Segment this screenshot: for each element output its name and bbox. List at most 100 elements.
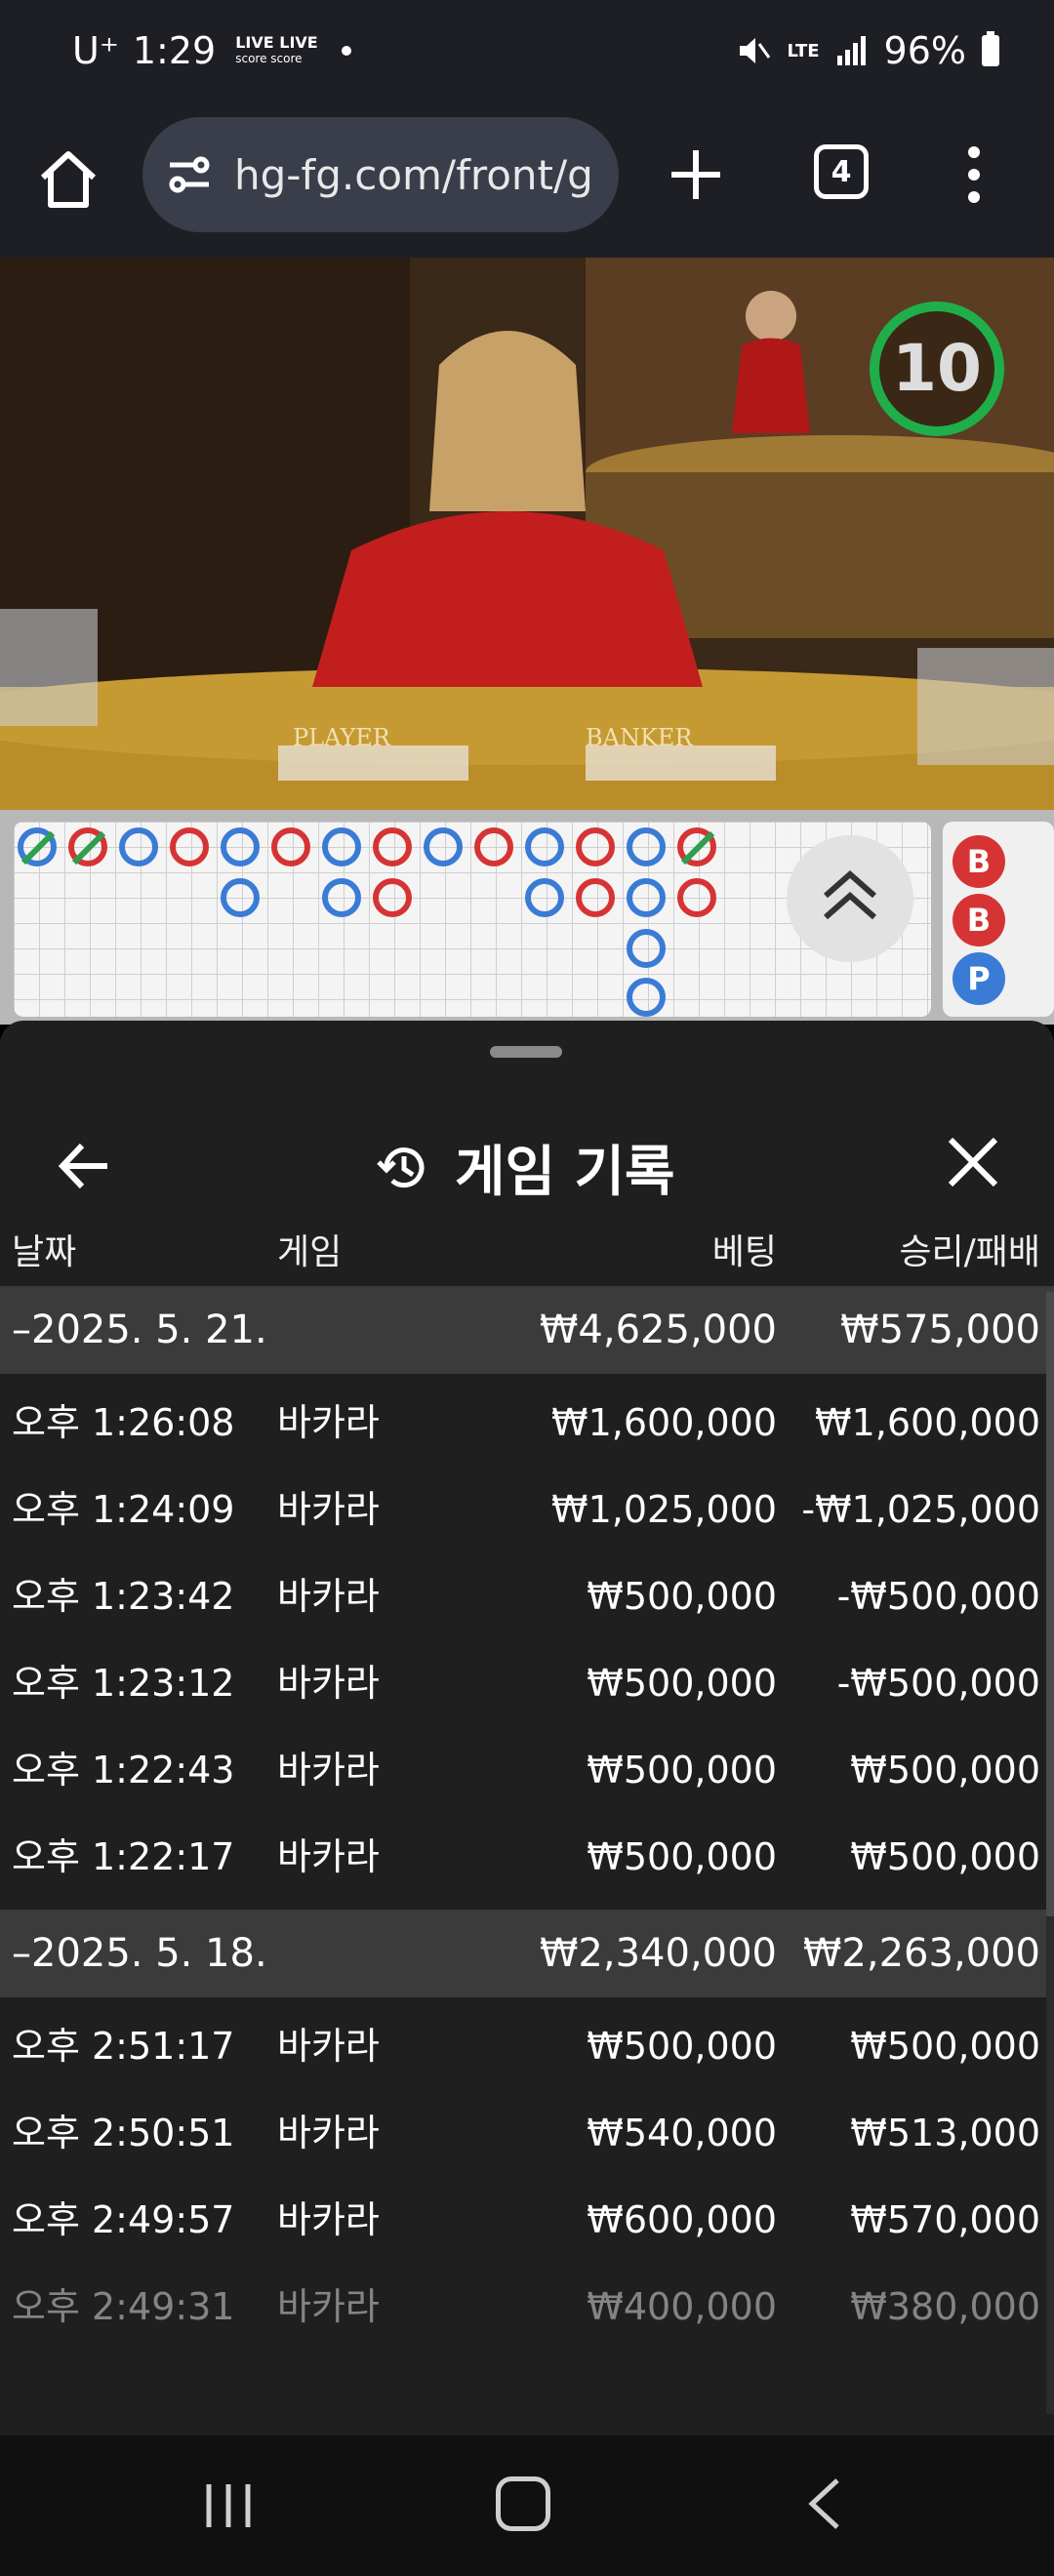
history-list: –2025. 5. 21. ₩4,625,000 ₩575,000 오후 1:2… (0, 1286, 1054, 2351)
date-group-row[interactable]: –2025. 5. 18. ₩2,340,000 ₩2,263,000 (0, 1910, 1054, 1997)
player-area-label: PLAYER (293, 724, 391, 751)
row-bet: ₩500,000 (587, 2025, 777, 2068)
row-time: 오후 2:49:31 (12, 2285, 235, 2328)
row-result: ₩500,000 (850, 2025, 1040, 2068)
row-bet: ₩400,000 (587, 2285, 777, 2328)
bead-banker (576, 878, 615, 917)
row-bet: ₩500,000 (587, 1835, 777, 1878)
group-result-total: ₩2,263,000 (802, 1931, 1040, 1976)
home-icon[interactable] (33, 144, 103, 215)
browser-toolbar: hg-fg.com/front/g 4 (0, 115, 1054, 258)
live-score-icon: LIVE LIVE score score (235, 35, 318, 66)
live-dealer-video[interactable]: PLAYER BANKER 10 (0, 258, 1054, 810)
system-nav-bar (0, 2435, 1054, 2576)
more-options-icon[interactable] (956, 141, 992, 209)
history-icon (377, 1147, 425, 1187)
back-arrow-icon[interactable] (57, 1138, 113, 1194)
column-date: 날짜 (12, 1232, 77, 1272)
sheet-title: 게임 기록 (455, 1141, 675, 1204)
group-date: –2025. 5. 21. (12, 1308, 267, 1352)
group-bet-total: ₩4,625,000 (539, 1308, 777, 1352)
close-icon[interactable] (943, 1132, 1003, 1192)
recent-apps-icon[interactable] (199, 2478, 258, 2533)
date-group-row[interactable]: –2025. 5. 21. ₩4,625,000 ₩575,000 (0, 1286, 1054, 1374)
row-time: 오후 1:23:12 (12, 1662, 235, 1705)
tab-count: 4 (831, 154, 852, 189)
row-bet: ₩1,025,000 (551, 1488, 777, 1531)
group-date: –2025. 5. 18. (12, 1931, 267, 1976)
history-row[interactable]: 오후 1:24:09 바카라 ₩1,025,000 -₩1,025,000 (0, 1467, 1054, 1553)
mute-icon (740, 38, 771, 63)
row-result: ₩1,600,000 (815, 1401, 1040, 1444)
history-row[interactable]: 오후 2:49:57 바카라 ₩600,000 ₩570,000 (0, 2177, 1054, 2264)
timer-value: 10 (892, 331, 982, 406)
bead-player (627, 978, 666, 1017)
side-bead-1: B (953, 835, 1005, 888)
history-row[interactable]: 오후 1:22:43 바카라 ₩500,000 ₩500,000 (0, 1727, 1054, 1814)
history-row[interactable]: 오후 1:26:08 바카라 ₩1,600,000 ₩1,600,000 (0, 1380, 1054, 1467)
row-time: 오후 1:23:42 (12, 1575, 235, 1618)
scrollbar-thumb[interactable] (1046, 1292, 1054, 1916)
row-game: 바카라 (277, 1575, 380, 1618)
network-label: LTE (787, 40, 820, 61)
address-bar[interactable]: hg-fg.com/front/g (142, 117, 619, 232)
site-settings-icon[interactable] (164, 149, 215, 200)
row-game: 바카라 (277, 2198, 380, 2241)
side-bead-2: B (953, 894, 1005, 946)
row-result: ₩570,000 (850, 2198, 1040, 2241)
group-result-total: ₩575,000 (840, 1308, 1040, 1352)
history-row[interactable]: 오후 2:50:51 바카라 ₩540,000 ₩513,000 (0, 2090, 1054, 2177)
tab-switcher-button[interactable]: 4 (814, 144, 869, 199)
countdown-timer: 10 (865, 297, 1009, 441)
bead-player (221, 878, 260, 917)
row-game: 바카라 (277, 1835, 380, 1878)
battery-icon (982, 31, 999, 66)
row-bet: ₩600,000 (587, 2198, 777, 2241)
carrier-label: U⁺ (72, 29, 119, 72)
history-row[interactable]: 오후 1:23:12 바카라 ₩500,000 -₩500,000 (0, 1640, 1054, 1727)
tie-marks (20, 830, 715, 865)
column-game: 게임 (277, 1232, 343, 1272)
live-score-line1: LIVE LIVE (235, 33, 318, 52)
clock: 1:29 (132, 29, 217, 72)
row-game: 바카라 (277, 1662, 380, 1705)
row-result: -₩500,000 (836, 1662, 1040, 1705)
history-row[interactable]: 오후 2:49:31 바카라 ₩400,000 ₩380,000 (0, 2264, 1054, 2351)
banker-area-label: BANKER (586, 724, 693, 751)
bead-player (627, 878, 666, 917)
column-headers: 날짜 게임 베팅 승리/패배 (0, 1196, 1054, 1294)
row-result: -₩500,000 (836, 1575, 1040, 1618)
title-group: 게임 기록 (375, 1128, 675, 1207)
row-bet: ₩540,000 (587, 2112, 777, 2154)
row-game: 바카라 (277, 2112, 380, 2154)
row-result: ₩380,000 (850, 2285, 1040, 2328)
home-button[interactable] (496, 2476, 550, 2531)
row-bet: ₩500,000 (587, 1662, 777, 1705)
row-bet: ₩500,000 (587, 1749, 777, 1791)
url-text[interactable]: hg-fg.com/front/g (234, 151, 593, 199)
row-time: 오후 1:22:17 (12, 1835, 235, 1878)
road-map: B B P (0, 810, 1054, 1025)
row-time: 오후 2:51:17 (12, 2025, 235, 2068)
bead-banker (677, 878, 716, 917)
column-result: 승리/패배 (899, 1232, 1040, 1272)
group-bet-total: ₩2,340,000 (539, 1931, 777, 1976)
new-tab-icon[interactable] (662, 141, 730, 209)
game-history-sheet: 게임 기록 날짜 게임 베팅 승리/패배 –2025. 5. 21. ₩4,62… (0, 1021, 1054, 2435)
row-time: 오후 1:26:08 (12, 1401, 235, 1444)
expand-road-button[interactable] (787, 835, 913, 962)
double-chevron-up-icon (824, 870, 876, 920)
history-row[interactable]: 오후 2:51:17 바카라 ₩500,000 ₩500,000 (0, 2003, 1054, 2090)
drag-handle[interactable] (490, 1046, 562, 1058)
row-game: 바카라 (277, 1749, 380, 1791)
back-icon[interactable] (800, 2475, 849, 2533)
signal-icon (836, 36, 866, 65)
row-game: 바카라 (277, 2285, 380, 2328)
row-time: 오후 2:49:57 (12, 2198, 235, 2241)
big-road-panel: B B P (943, 822, 1054, 1017)
row-time: 오후 1:22:43 (12, 1749, 235, 1791)
history-row[interactable]: 오후 1:22:17 바카라 ₩500,000 ₩500,000 (0, 1814, 1054, 1901)
history-row[interactable]: 오후 1:23:42 바카라 ₩500,000 -₩500,000 (0, 1553, 1054, 1640)
row-time: 오후 2:50:51 (12, 2112, 235, 2154)
bead-player (627, 929, 666, 968)
